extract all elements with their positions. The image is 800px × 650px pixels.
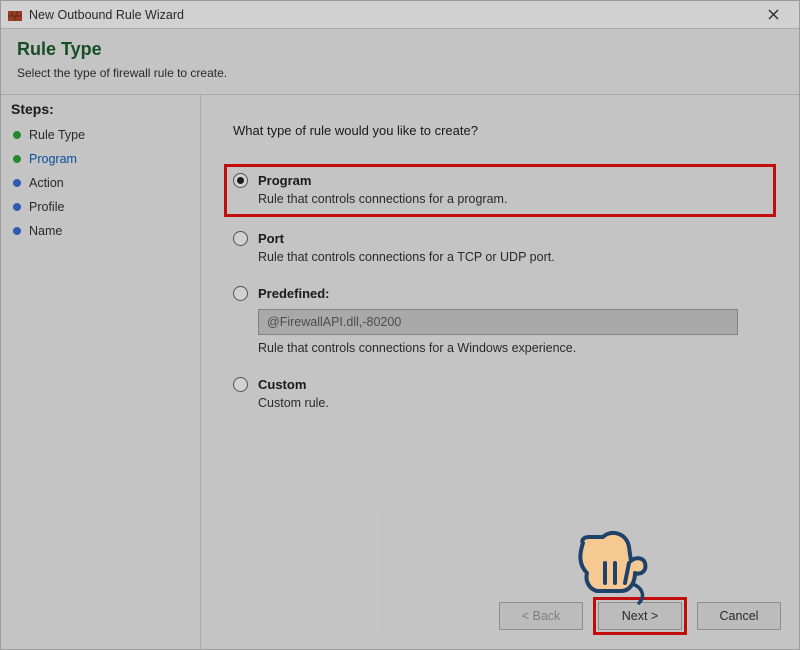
header: Rule Type Select the type of firewall ru…: [1, 29, 799, 95]
step-label: Profile: [29, 200, 64, 214]
step-label: Program: [29, 152, 77, 166]
step-profile[interactable]: Profile: [11, 195, 192, 219]
wizard-window: New Outbound Rule Wizard Rule Type Selec…: [0, 0, 800, 650]
close-icon: [768, 9, 779, 20]
cancel-button[interactable]: Cancel: [697, 602, 781, 630]
option-program[interactable]: Program Rule that controls connections f…: [224, 164, 776, 217]
step-bullet-icon: [13, 131, 21, 139]
steps-heading: Steps:: [11, 101, 192, 117]
radio-custom[interactable]: [233, 377, 248, 392]
step-label: Name: [29, 224, 62, 238]
option-title: Predefined:: [258, 286, 330, 301]
option-desc: Rule that controls connections for a TCP…: [258, 250, 767, 264]
option-title: Port: [258, 231, 284, 246]
step-label: Action: [29, 176, 64, 190]
option-custom[interactable]: Custom Custom rule.: [233, 377, 767, 410]
predefined-select: @FirewallAPI.dll,-80200: [258, 309, 738, 335]
step-bullet-icon: [13, 155, 21, 163]
main-pane: What type of rule would you like to crea…: [201, 95, 799, 649]
option-title: Custom: [258, 377, 306, 392]
steps-sidebar: Steps: Rule Type Program Action Profile …: [1, 95, 201, 649]
option-desc: Rule that controls connections for a pro…: [258, 192, 765, 206]
step-program[interactable]: Program: [11, 147, 192, 171]
predefined-select-value: @FirewallAPI.dll,-80200: [267, 315, 401, 329]
firewall-icon: [7, 7, 23, 23]
radio-program[interactable]: [233, 173, 248, 188]
step-rule-type[interactable]: Rule Type: [11, 123, 192, 147]
option-desc: Custom rule.: [258, 396, 767, 410]
page-title: Rule Type: [17, 39, 783, 60]
option-desc: Rule that controls connections for a Win…: [258, 341, 767, 355]
radio-port[interactable]: [233, 231, 248, 246]
option-predefined[interactable]: Predefined: @FirewallAPI.dll,-80200 Rule…: [233, 286, 767, 355]
step-action[interactable]: Action: [11, 171, 192, 195]
option-port[interactable]: Port Rule that controls connections for …: [233, 231, 767, 264]
pointing-hand-icon: [563, 515, 659, 615]
step-name[interactable]: Name: [11, 219, 192, 243]
titlebar: New Outbound Rule Wizard: [1, 1, 799, 29]
close-button[interactable]: [753, 1, 793, 29]
step-bullet-icon: [13, 227, 21, 235]
step-bullet-icon: [13, 203, 21, 211]
page-subtitle: Select the type of firewall rule to crea…: [17, 66, 783, 80]
step-label: Rule Type: [29, 128, 85, 142]
window-title: New Outbound Rule Wizard: [29, 8, 753, 22]
radio-predefined[interactable]: [233, 286, 248, 301]
body: Steps: Rule Type Program Action Profile …: [1, 95, 799, 649]
option-title: Program: [258, 173, 311, 188]
step-bullet-icon: [13, 179, 21, 187]
question-text: What type of rule would you like to crea…: [233, 123, 767, 138]
